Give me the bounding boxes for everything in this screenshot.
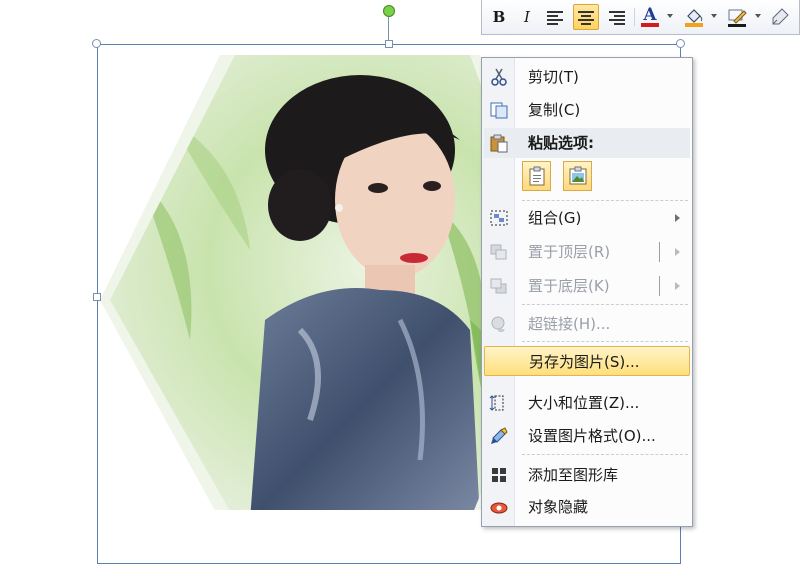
paste-keep-text-button[interactable] [522, 161, 551, 191]
fill-color-button[interactable] [679, 4, 709, 30]
menu-item-size-and-position[interactable]: 大小和位置(Z)... [484, 388, 690, 418]
menu-label-copy: 复制(C) [528, 101, 581, 119]
menu-separator [522, 341, 688, 342]
align-left-icon [547, 11, 563, 25]
menu-item-group[interactable]: 组合(G) [484, 203, 690, 233]
menu-label-add-to-gallery: 添加至图形库 [528, 466, 619, 484]
menu-label-bring-to-front: 置于顶层(R) [528, 243, 611, 261]
scissors-icon [488, 67, 510, 87]
fill-color-dropdown-arrow[interactable] [711, 14, 717, 18]
resize-handle-top[interactable] [385, 40, 393, 48]
outline-color-button[interactable] [722, 4, 752, 30]
align-center-icon [578, 11, 594, 25]
submenu-arrow-icon [675, 248, 680, 256]
resize-handle-left[interactable] [93, 293, 101, 301]
italic-button[interactable]: I [514, 4, 540, 30]
paste-text-icon [529, 166, 544, 186]
submenu-split-divider [659, 276, 660, 296]
resize-handle-top-left[interactable] [92, 39, 101, 48]
italic-icon: I [524, 8, 530, 26]
submenu-arrow-icon [675, 282, 680, 290]
menu-item-hyperlink[interactable]: 超链接(H)... [484, 309, 690, 339]
hide-object-icon [488, 497, 510, 517]
font-color-button[interactable]: A [635, 4, 665, 30]
size-position-icon [488, 393, 510, 413]
format-painter-button[interactable] [767, 4, 793, 30]
rotate-handle[interactable] [383, 5, 395, 17]
context-menu: 剪切(T) 复制(C) 粘贴选项: 组合(G) 置于顶层(R) 置于底层(K) … [481, 57, 693, 527]
menu-label-hide-object: 对象隐藏 [528, 498, 589, 516]
menu-label-group: 组合(G) [528, 209, 582, 227]
menu-item-cut[interactable]: 剪切(T) [484, 62, 690, 92]
menu-label-save-as-picture: 另存为图片(S)... [529, 353, 640, 371]
menu-item-hide-object[interactable]: 对象隐藏 [484, 492, 690, 522]
menu-item-bring-to-front[interactable]: 置于顶层(R) [484, 237, 690, 267]
rotation-connector [388, 17, 389, 41]
copy-icon [488, 100, 510, 120]
align-center-button[interactable] [573, 4, 599, 30]
menu-item-copy[interactable]: 复制(C) [484, 95, 690, 125]
menu-label-send-to-back: 置于底层(K) [528, 277, 610, 295]
bring-front-icon [488, 242, 510, 262]
paste-icon [488, 133, 510, 153]
group-icon [488, 208, 510, 228]
align-right-button[interactable] [604, 4, 630, 30]
resize-handle-top-right[interactable] [676, 39, 685, 48]
outline-color-dropdown-arrow[interactable] [755, 14, 761, 18]
menu-item-send-to-back[interactable]: 置于底层(K) [484, 271, 690, 301]
format-picture-icon [488, 426, 510, 446]
menu-item-format-picture[interactable]: 设置图片格式(O)... [484, 421, 690, 451]
align-right-icon [609, 11, 625, 25]
format-painter-icon [772, 8, 789, 25]
hyperlink-icon [488, 314, 510, 334]
menu-label-paste-options: 粘贴选项: [528, 134, 594, 152]
paste-picture-icon [569, 166, 586, 185]
align-left-button[interactable] [542, 4, 568, 30]
add-to-gallery-icon [488, 465, 510, 485]
menu-label-size-and-position: 大小和位置(Z)... [528, 394, 640, 412]
font-color-dropdown-arrow[interactable] [667, 14, 673, 18]
bold-button[interactable]: B [486, 4, 512, 30]
send-back-icon [488, 276, 510, 296]
menu-label-hyperlink: 超链接(H)... [528, 315, 611, 333]
menu-separator [522, 200, 688, 201]
menu-item-save-as-picture[interactable]: 另存为图片(S)... [484, 346, 690, 376]
menu-item-add-to-gallery[interactable]: 添加至图形库 [484, 460, 690, 490]
submenu-arrow-icon [675, 214, 680, 222]
menu-separator [522, 304, 688, 305]
font-color-icon: A [641, 5, 659, 27]
pencil-outline-icon [728, 9, 747, 27]
mini-toolbar: B I A [481, 0, 800, 35]
paint-bucket-icon [685, 9, 703, 27]
menu-label-format-picture: 设置图片格式(O)... [528, 427, 656, 445]
menu-section-paste-options: 粘贴选项: [484, 128, 690, 158]
menu-separator [522, 454, 688, 455]
bold-icon: B [492, 8, 506, 26]
menu-label-cut: 剪切(T) [528, 68, 579, 86]
paste-picture-button[interactable] [563, 161, 592, 191]
submenu-split-divider [659, 242, 660, 262]
